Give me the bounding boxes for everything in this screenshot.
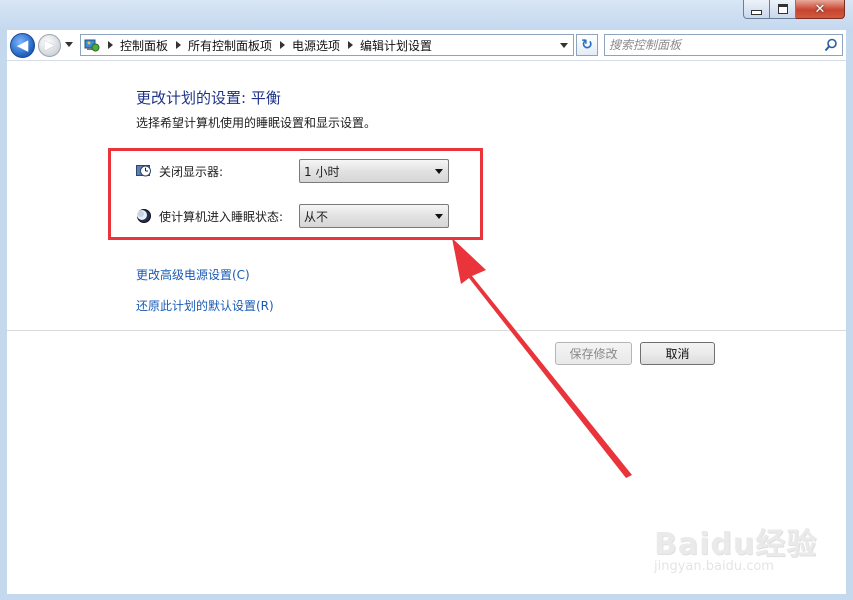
control-panel-icon — [84, 37, 100, 53]
forward-button[interactable]: ▶ — [38, 34, 61, 57]
window-titlebar — [0, 0, 853, 30]
forward-arrow-icon: ▶ — [44, 38, 55, 53]
navigation-bar: ◀ ▶ 控制面板 所有控制面板项 电源选项 编辑计划设置 ↻ — [7, 30, 846, 60]
close-button[interactable]: ✕ — [796, 0, 845, 19]
minimize-button[interactable] — [743, 0, 770, 19]
minimize-icon — [751, 9, 762, 15]
window-frame-left — [0, 30, 7, 600]
breadcrumb-edit-plan[interactable]: 编辑计划设置 — [360, 37, 432, 54]
page-title: 更改计划的设置: 平衡 — [136, 89, 281, 107]
content-pane: 更改计划的设置: 平衡 选择希望计算机使用的睡眠设置和显示设置。 关闭显示器: … — [7, 60, 846, 594]
close-icon: ✕ — [814, 1, 826, 17]
maximize-icon — [777, 4, 788, 14]
breadcrumb-power-options[interactable]: 电源选项 — [292, 37, 340, 54]
maximize-button[interactable] — [770, 0, 796, 19]
window-frame-bottom — [0, 594, 853, 600]
breadcrumb-separator-icon[interactable] — [280, 41, 286, 49]
restore-defaults-link[interactable]: 还原此计划的默认设置(R) — [136, 297, 274, 314]
chevron-down-icon — [560, 42, 568, 48]
recent-pages-dropdown-icon[interactable] — [65, 42, 73, 47]
search-box — [604, 34, 843, 56]
divider — [7, 330, 846, 331]
address-bar[interactable]: 控制面板 所有控制面板项 电源选项 编辑计划设置 — [80, 34, 574, 56]
address-dropdown-button[interactable] — [557, 39, 571, 51]
advanced-power-settings-link[interactable]: 更改高级电源设置(C) — [136, 266, 250, 283]
back-arrow-icon: ◀ — [16, 36, 29, 54]
refresh-icon: ↻ — [581, 37, 593, 53]
window-frame-right — [846, 30, 853, 600]
cancel-button[interactable]: 取消 — [640, 342, 715, 365]
refresh-button[interactable]: ↻ — [576, 34, 598, 56]
highlight-box — [108, 148, 483, 240]
breadcrumb-control-panel[interactable]: 控制面板 — [120, 37, 168, 54]
breadcrumb-separator-icon[interactable] — [176, 41, 182, 49]
breadcrumb-separator-icon[interactable] — [108, 41, 113, 49]
search-input[interactable] — [609, 36, 815, 54]
save-changes-button[interactable]: 保存修改 — [555, 342, 632, 365]
breadcrumb-separator-icon[interactable] — [348, 41, 354, 49]
search-icon[interactable] — [824, 38, 838, 52]
breadcrumb-all-items[interactable]: 所有控制面板项 — [188, 37, 272, 54]
back-button[interactable]: ◀ — [10, 33, 35, 58]
window-caption-buttons: ✕ — [743, 0, 845, 19]
page-description: 选择希望计算机使用的睡眠设置和显示设置。 — [136, 116, 377, 130]
